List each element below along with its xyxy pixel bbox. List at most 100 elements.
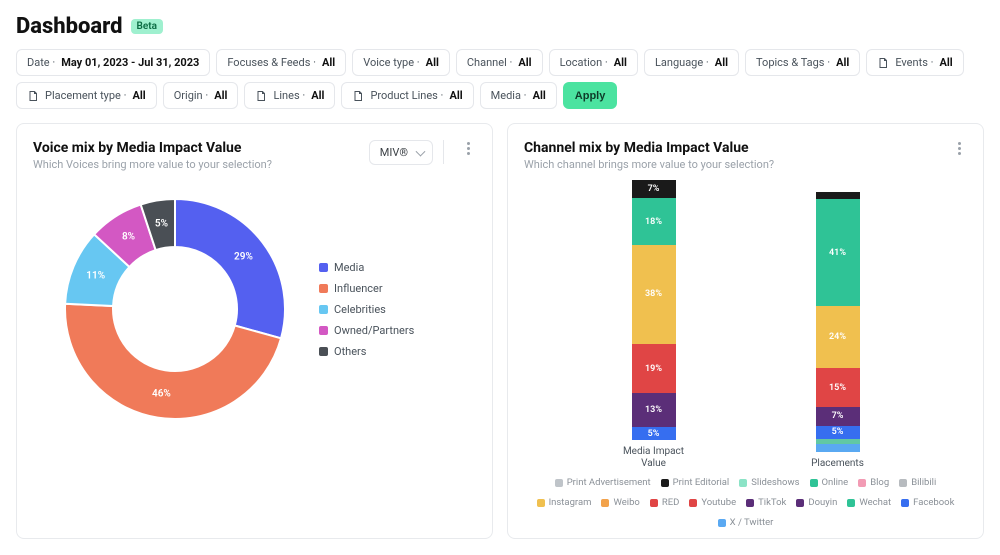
filter-value: All (426, 56, 439, 69)
bar-segment: 18% (632, 198, 676, 245)
bar-column: 5%13%19%38%18%7%Media Impact Value (622, 180, 686, 469)
legend-swatch (810, 479, 818, 487)
apply-button[interactable]: Apply (563, 82, 618, 109)
filter-topics-tags[interactable]: Topics & Tags · All (745, 49, 860, 76)
channel-legend: Print AdvertisementPrint EditorialSlides… (524, 477, 967, 528)
filter-bar: Date · May 01, 2023 - Jul 31, 2023Focuse… (16, 49, 984, 109)
donut-slice-label: 8% (122, 231, 135, 242)
legend-swatch (650, 499, 658, 507)
filter-placement-type[interactable]: Placement type · All (16, 82, 157, 109)
legend-swatch (746, 499, 754, 507)
beta-badge: Beta (131, 19, 163, 34)
channel-legend-item: RED (650, 497, 680, 508)
donut-slice-label: 11% (86, 270, 105, 281)
legend-swatch (319, 305, 328, 314)
page-title: Dashboard (16, 14, 123, 39)
channel-legend-item: Bilibili (899, 477, 936, 488)
donut-slice-label: 29% (234, 251, 253, 262)
document-icon (255, 90, 267, 102)
channel-mix-card: Channel mix by Media Impact Value Which … (507, 123, 984, 539)
channel-bar-chart: 5%13%19%38%18%7%Media Impact Value5%7%15… (524, 179, 967, 469)
legend-swatch (555, 479, 563, 487)
filter-label: Topics & Tags · (756, 56, 830, 69)
channel-legend-item: Douyin (796, 497, 837, 508)
filter-focuses-feeds[interactable]: Focuses & Feeds · All (216, 49, 346, 76)
filter-value: All (939, 56, 952, 69)
donut-slice (175, 199, 285, 338)
legend-label: Instagram (549, 497, 592, 508)
voice-card-subtitle: Which Voices bring more value to your se… (33, 158, 361, 171)
channel-legend-item: Youtube (689, 497, 736, 508)
filter-label: Origin · (174, 89, 209, 102)
filter-date[interactable]: Date · May 01, 2023 - Jul 31, 2023 (16, 49, 210, 76)
filter-value: All (322, 56, 335, 69)
filter-channel[interactable]: Channel · All (456, 49, 543, 76)
filter-events[interactable]: Events · All (866, 49, 963, 76)
card-menu-icon[interactable] (951, 140, 967, 156)
voice-legend: Media Influencer Celebrities Owned/Partners… (319, 261, 414, 358)
filter-value: All (518, 56, 531, 69)
bar-segment: 24% (816, 306, 860, 368)
voice-mix-card: Voice mix by Media Impact Value Which Vo… (16, 123, 493, 539)
filter-label: Placement type · (45, 89, 127, 102)
legend-label: Slideshows (751, 477, 799, 488)
legend-label: Owned/Partners (334, 324, 414, 337)
filter-lines[interactable]: Lines · All (244, 82, 335, 109)
channel-legend-item: Instagram (537, 497, 592, 508)
filter-value: All (214, 89, 227, 102)
donut-slice-label: 46% (152, 388, 171, 399)
bar-segment: 7% (632, 180, 676, 198)
document-icon (877, 57, 889, 69)
filter-label: Lines · (273, 89, 305, 102)
legend-swatch (718, 519, 726, 527)
channel-card-subtitle: Which channel brings more value to your … (524, 158, 937, 171)
legend-swatch (796, 499, 804, 507)
filter-label: Focuses & Feeds · (227, 56, 316, 69)
legend-swatch (689, 499, 697, 507)
bar-segment: 5% (632, 427, 676, 440)
legend-swatch (899, 479, 907, 487)
metric-select[interactable]: MIV® (369, 140, 433, 165)
channel-legend-item: Print Advertisement (555, 477, 651, 488)
legend-label: Weibo (613, 497, 639, 508)
legend-item: Owned/Partners (319, 324, 414, 337)
channel-legend-item: Slideshows (739, 477, 799, 488)
legend-label: Wechat (859, 497, 891, 508)
legend-label: Media (334, 261, 364, 274)
legend-label: RED (662, 497, 680, 508)
filter-label: Media · (491, 89, 527, 102)
filter-voice-type[interactable]: Voice type · All (352, 49, 450, 76)
bar-segment: 19% (632, 344, 676, 393)
filter-media[interactable]: Media · All (480, 82, 557, 109)
legend-swatch (858, 479, 866, 487)
card-menu-icon[interactable] (460, 140, 476, 156)
legend-label: Youtube (701, 497, 736, 508)
legend-label: X / Twitter (730, 517, 774, 528)
legend-item: Influencer (319, 282, 414, 295)
filter-product-lines[interactable]: Product Lines · All (341, 82, 473, 109)
donut-slice-label: 5% (155, 219, 168, 230)
legend-swatch (537, 499, 545, 507)
stacked-bar: 5%7%15%24%41% (816, 192, 860, 452)
filter-label: Location · (560, 56, 608, 69)
bar-segment: 38% (632, 245, 676, 344)
legend-label: Celebrities (334, 303, 386, 316)
legend-swatch (601, 499, 609, 507)
legend-item: Media (319, 261, 414, 274)
legend-label: Influencer (334, 282, 383, 295)
legend-swatch (319, 347, 328, 356)
legend-item: Others (319, 345, 414, 358)
legend-swatch (901, 499, 909, 507)
filter-value: All (311, 89, 324, 102)
filter-origin[interactable]: Origin · All (163, 82, 239, 109)
filter-label: Language · (655, 56, 709, 69)
bar-segment (816, 192, 860, 200)
bar-label: Media Impact Value (622, 446, 686, 469)
legend-swatch (319, 326, 328, 335)
bar-segment: 7% (816, 407, 860, 425)
document-icon (27, 90, 39, 102)
filter-location[interactable]: Location · All (549, 49, 638, 76)
filter-value: All (614, 56, 627, 69)
filter-language[interactable]: Language · All (644, 49, 739, 76)
legend-label: Douyin (808, 497, 837, 508)
